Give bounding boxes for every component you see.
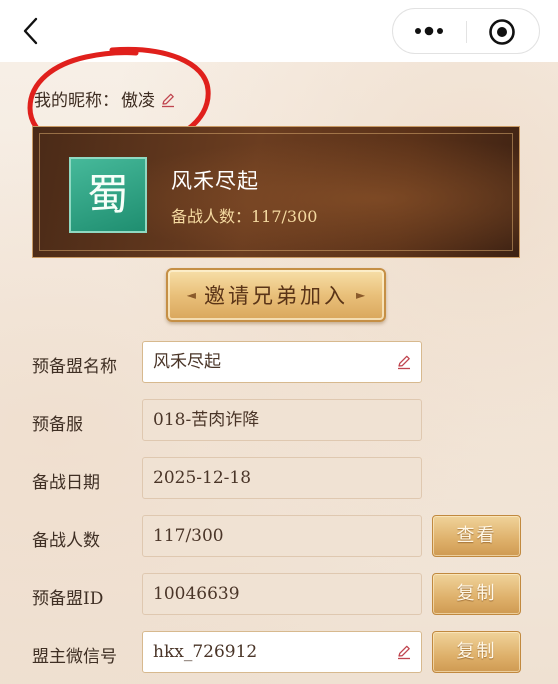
- emblem-character: 蜀: [86, 170, 129, 219]
- wing-left-ornament: ◄: [186, 288, 196, 302]
- leader-wechat-value: hkx_726912: [153, 642, 258, 662]
- pencil-edit-icon[interactable]: [396, 354, 412, 370]
- capsule-divider: [466, 21, 467, 43]
- wing-right-ornament: ►: [356, 288, 366, 302]
- date-field: 2025-12-18: [142, 457, 422, 499]
- invite-button-label: 邀请兄弟加入: [204, 284, 348, 308]
- alliance-banner: 蜀 风禾尽起 备战人数：117/300: [32, 126, 520, 258]
- alliance-name-field[interactable]: 风禾尽起: [142, 341, 422, 383]
- alliance-name-value: 风禾尽起: [153, 352, 221, 372]
- alliance-id-field: 10046639: [142, 573, 422, 615]
- invite-brothers-button[interactable]: ◄ 邀请兄弟加入 ►: [166, 268, 386, 322]
- alliance-id-label: 预备盟ID: [32, 589, 104, 609]
- alliance-id-value: 10046639: [153, 584, 240, 604]
- more-dots-icon[interactable]: [411, 18, 447, 44]
- nickname-value: 傲凌: [121, 91, 155, 111]
- copy-id-button[interactable]: 复制: [432, 573, 521, 615]
- target-icon[interactable]: [487, 17, 517, 47]
- members-label: 备战人数: [32, 531, 100, 551]
- server-value: 018-苦肉诈降: [153, 410, 260, 430]
- nickname-line: 我的昵称： 傲凌: [34, 90, 176, 112]
- server-field: 018-苦肉诈降: [142, 399, 422, 441]
- pencil-edit-icon[interactable]: [396, 644, 412, 660]
- copy-wechat-button[interactable]: 复制: [432, 631, 521, 673]
- leader-wechat-label: 盟主微信号: [32, 647, 117, 667]
- top-navigation-bar: [0, 0, 558, 62]
- server-label: 预备服: [32, 415, 83, 435]
- alliance-member-count: 备战人数：117/300: [171, 207, 318, 226]
- nickname-label: 我的昵称：: [34, 91, 119, 111]
- view-members-button[interactable]: 查看: [432, 515, 521, 557]
- shu-emblem: 蜀: [69, 157, 147, 233]
- members-value: 117/300: [153, 526, 224, 546]
- members-field: 117/300: [142, 515, 422, 557]
- date-value: 2025-12-18: [153, 468, 252, 488]
- leader-wechat-field[interactable]: hkx_726912: [142, 631, 422, 673]
- alliance-name-label: 预备盟名称: [32, 357, 117, 377]
- back-arrow-icon[interactable]: [14, 14, 48, 48]
- alliance-name: 风禾尽起: [171, 169, 259, 193]
- date-label: 备战日期: [32, 473, 100, 493]
- mini-program-capsule: [392, 8, 540, 54]
- pencil-edit-icon[interactable]: [160, 92, 176, 108]
